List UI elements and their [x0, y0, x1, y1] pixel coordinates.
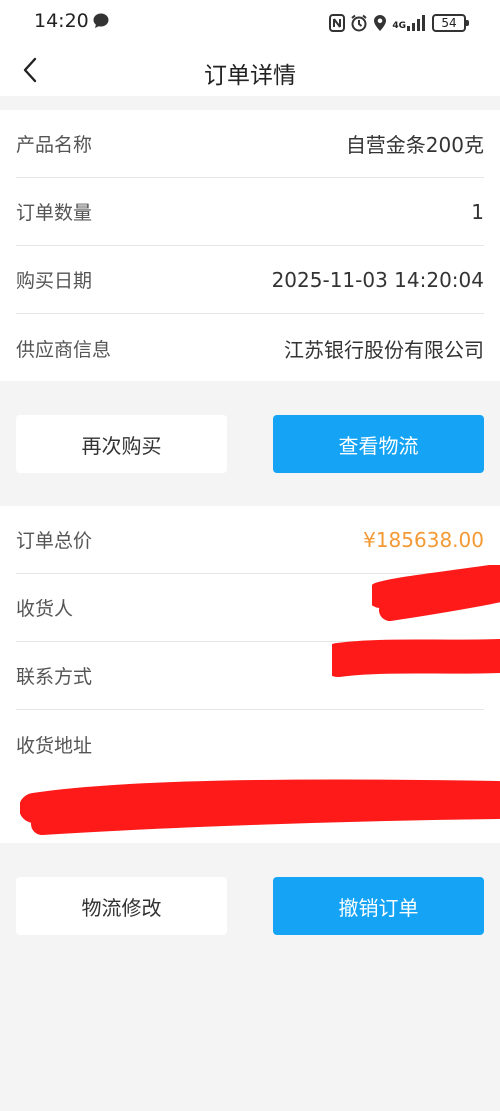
- order-quantity-label: 订单数量: [16, 202, 93, 224]
- product-name-row: 产品名称 自营金条200克: [16, 110, 484, 178]
- purchase-date-value: 2025-11-03 14:20:04: [271, 267, 484, 292]
- battery-icon: 54: [432, 14, 469, 32]
- order-total-row: 订单总价 ¥185638.00: [16, 506, 484, 574]
- redaction-address: [20, 779, 500, 835]
- redaction-receiver: [372, 565, 500, 621]
- address-label: 收货地址: [16, 734, 93, 757]
- receiver-label: 收货人: [16, 598, 74, 620]
- purchase-date-label: 购买日期: [16, 270, 93, 292]
- product-info-card: 产品名称 自营金条200克 订单数量 1 购买日期 2025-11-03 14:…: [0, 110, 500, 381]
- order-quantity-value: 1: [471, 199, 484, 224]
- supplier-label: 供应商信息: [16, 338, 112, 361]
- supplier-value: 江苏银行股份有限公司: [284, 337, 484, 362]
- nfc-icon: [329, 14, 346, 32]
- page-title: 订单详情: [204, 63, 296, 89]
- redaction-contact: [332, 639, 500, 677]
- cancel-order-button[interactable]: 撤销订单: [273, 877, 484, 935]
- modify-logistics-button[interactable]: 物流修改: [16, 877, 227, 935]
- purchase-date-row: 购买日期 2025-11-03 14:20:04: [16, 246, 484, 314]
- address-row: 收货地址: [16, 710, 484, 778]
- product-name-value: 自营金条200克: [345, 133, 484, 157]
- view-logistics-button[interactable]: 查看物流: [273, 415, 484, 473]
- cellular-signal-icon: 4G: [392, 15, 427, 31]
- nav-bar: 订单详情: [0, 46, 500, 96]
- location-icon: [373, 14, 387, 32]
- chat-bubble-icon: [92, 12, 110, 34]
- product-name-label: 产品名称: [16, 134, 93, 156]
- rebuy-button[interactable]: 再次购买: [16, 415, 227, 473]
- order-total-value: ¥185638.00: [363, 527, 484, 552]
- status-time: 14:20: [34, 10, 89, 32]
- status-icons: 4G 54: [329, 11, 469, 35]
- status-bar: 14:20 4G 54: [0, 0, 500, 46]
- supplier-row: 供应商信息 江苏银行股份有限公司: [16, 314, 484, 382]
- alarm-icon: [350, 14, 368, 32]
- contact-label: 联系方式: [16, 666, 93, 688]
- order-total-label: 订单总价: [16, 530, 93, 552]
- order-quantity-row: 订单数量 1: [16, 178, 484, 246]
